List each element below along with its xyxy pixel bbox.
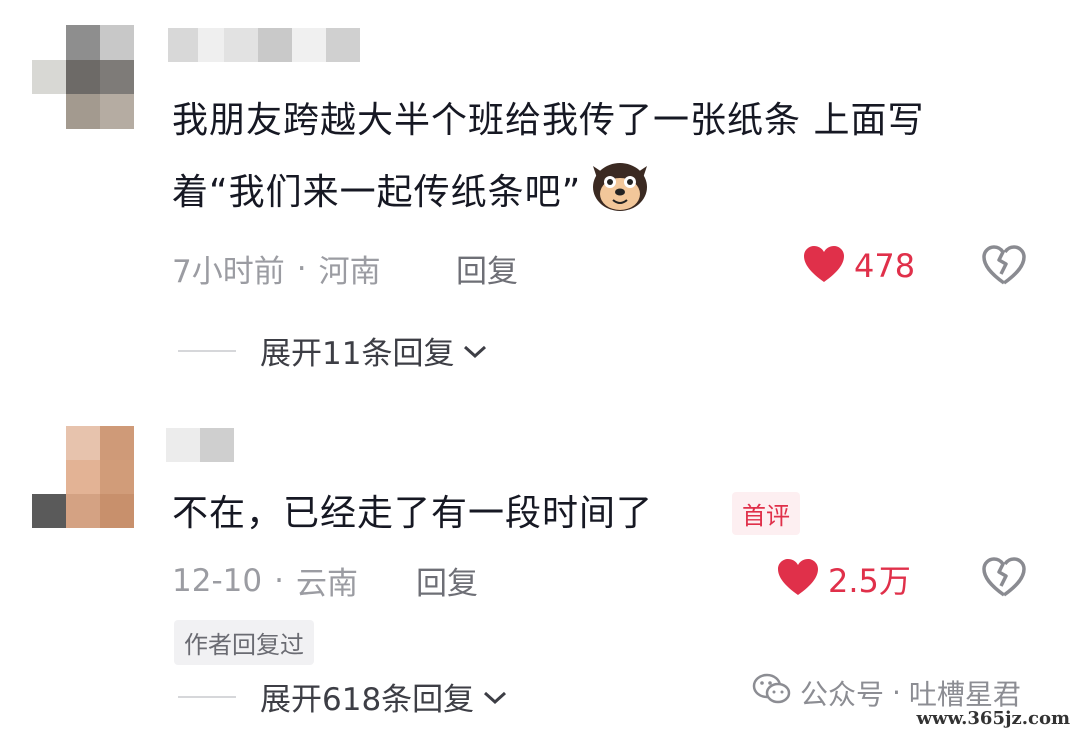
expand-replies-label: 展开618条回复 [260, 682, 475, 718]
like-count: 478 [854, 247, 916, 285]
comment-location: 云南 [295, 566, 358, 602]
first-comment-badge: 首评 [732, 492, 800, 535]
like-count: 2.5万 [828, 562, 911, 600]
comment-text: 我朋友跨越大半个班给我传了一张纸条 上面写 着“我们来一起传纸条吧” [172, 90, 924, 234]
like-button[interactable]: 2.5万 [776, 556, 911, 602]
dislike-button[interactable] [982, 556, 1026, 602]
divider [178, 349, 236, 352]
avatar[interactable] [32, 25, 134, 129]
dislike-button[interactable] [982, 244, 1026, 290]
username[interactable] [166, 428, 234, 462]
heart-filled-icon [776, 557, 820, 601]
dog-emoji-icon [585, 152, 655, 234]
divider [178, 695, 236, 698]
watermark-name: 吐槽星君 [908, 677, 1021, 711]
comment-time: 7小时前 [172, 254, 285, 290]
watermark-label: 公众号 [800, 677, 885, 711]
comment-text-line: 不在，已经走了有一段时间了 [172, 493, 654, 534]
comment-location: 河南 [318, 254, 381, 290]
comment-text-line: 我朋友跨越大半个班给我传了一张纸条 上面写 [172, 100, 925, 141]
comment-time: 12-10 [172, 562, 263, 599]
meta-separator: · [296, 250, 307, 287]
expand-replies-button[interactable]: 展开618条回复 [178, 674, 508, 719]
comment-text-line: 着“我们来一起传纸条吧” [172, 172, 582, 213]
comment-meta: 7小时前 · 河南 [172, 246, 381, 291]
site-watermark: www.365jz.com [916, 708, 1070, 729]
broken-heart-icon [982, 245, 1026, 290]
comment-meta: 12-10 · 云南 [172, 558, 358, 603]
like-button[interactable]: 478 [802, 244, 915, 288]
meta-separator: · [274, 562, 284, 599]
username[interactable] [168, 28, 360, 62]
reply-button[interactable]: 回复 [456, 246, 518, 291]
heart-filled-icon [802, 244, 846, 288]
reply-button[interactable]: 回复 [416, 558, 478, 603]
author-replied-tag: 作者回复过 [174, 620, 314, 665]
chevron-down-icon [482, 679, 508, 715]
chevron-down-icon [462, 333, 488, 369]
watermark-separator: · [892, 676, 901, 709]
comment-list: 我朋友跨越大半个班给我传了一张纸条 上面写 着“我们来一起传纸条吧” 7小时前 … [0, 0, 1080, 735]
watermark: 公众号 · 吐槽星君 [752, 672, 1021, 713]
expand-replies-label: 展开11条回复 [260, 336, 455, 372]
avatar[interactable] [32, 426, 134, 528]
wechat-icon [752, 672, 792, 713]
comment-text: 不在，已经走了有一段时间了 [172, 483, 653, 545]
broken-heart-icon [982, 557, 1026, 602]
expand-replies-button[interactable]: 展开11条回复 [178, 328, 488, 373]
